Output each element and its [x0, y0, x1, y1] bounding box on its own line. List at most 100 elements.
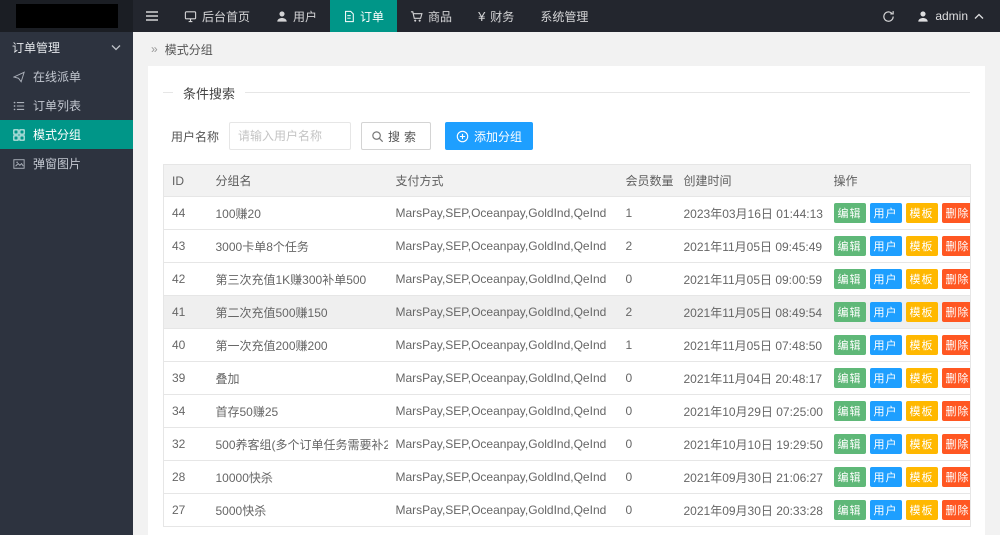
nav-item-goods[interactable]: 商品	[397, 0, 465, 32]
admin-name: admin	[935, 9, 968, 23]
search-form: 用户名称 搜索 添加分组	[163, 122, 970, 150]
cell-group-name: 3000卡单8个任务	[208, 230, 388, 263]
edit-button[interactable]: 编辑	[834, 302, 866, 322]
cell-actions: 编辑用户模板删除	[826, 263, 971, 296]
cell-id: 44	[164, 197, 208, 230]
sidebar-item-mode-groups[interactable]: 模式分组	[0, 120, 133, 149]
sidebar-item-order-list[interactable]: 订单列表	[0, 91, 133, 120]
users-button[interactable]: 用户	[870, 500, 902, 520]
users-button[interactable]: 用户	[870, 335, 902, 355]
delete-button[interactable]: 删除	[942, 500, 971, 520]
nav-label: 系统管理	[540, 8, 588, 25]
edit-button[interactable]: 编辑	[834, 401, 866, 421]
sidebar-item-popup-image[interactable]: 弹窗图片	[0, 149, 133, 178]
nav-item-orders[interactable]: 订单	[330, 0, 397, 32]
sidebar-group-order-management[interactable]: 订单管理	[0, 32, 133, 62]
cell-id: 32	[164, 428, 208, 461]
search-fieldset: 条件搜索	[163, 92, 970, 112]
users-button[interactable]: 用户	[870, 269, 902, 289]
delete-button[interactable]: 删除	[942, 467, 971, 487]
users-button[interactable]: 用户	[870, 236, 902, 256]
cell-pay-methods: MarsPay,SEP,Oceanpay,GoldInd,QeInd	[388, 461, 618, 494]
delete-button[interactable]: 删除	[942, 368, 971, 388]
nav-item-system[interactable]: 系统管理	[527, 0, 601, 32]
cell-member-count: 0	[618, 461, 676, 494]
cell-id: 34	[164, 395, 208, 428]
cell-group-name: 10000快杀	[208, 461, 388, 494]
hamburger-icon[interactable]	[133, 0, 171, 32]
nav-label: 订单	[360, 8, 384, 25]
breadcrumb-current: 模式分组	[165, 41, 213, 58]
search-button[interactable]: 搜索	[361, 122, 431, 150]
cell-id: 40	[164, 329, 208, 362]
sidebar-item-online-dispatch[interactable]: 在线派单	[0, 62, 133, 91]
template-button[interactable]: 模板	[906, 401, 938, 421]
edit-button[interactable]: 编辑	[834, 368, 866, 388]
table-row: 44100赚20MarsPay,SEP,Oceanpay,GoldInd,QeI…	[164, 197, 971, 230]
users-button[interactable]: 用户	[870, 302, 902, 322]
add-group-button[interactable]: 添加分组	[445, 122, 533, 150]
admin-menu[interactable]: admin	[907, 0, 1000, 32]
nav-label: 商品	[428, 8, 452, 25]
delete-button[interactable]: 删除	[942, 203, 971, 223]
delete-button[interactable]: 删除	[942, 434, 971, 454]
template-button[interactable]: 模板	[906, 269, 938, 289]
edit-button[interactable]: 编辑	[834, 203, 866, 223]
cell-member-count: 0	[618, 263, 676, 296]
top-nav: 后台首页 用户 订单 商品 ¥ 财	[171, 0, 601, 32]
table-body: 44100赚20MarsPay,SEP,Oceanpay,GoldInd,QeI…	[164, 197, 971, 527]
template-button[interactable]: 模板	[906, 434, 938, 454]
logo-image	[16, 4, 118, 28]
cell-member-count: 2	[618, 230, 676, 263]
template-button[interactable]: 模板	[906, 368, 938, 388]
edit-button[interactable]: 编辑	[834, 500, 866, 520]
yen-icon: ¥	[478, 10, 485, 23]
col-header-pay-methods: 支付方式	[388, 165, 618, 197]
refresh-icon-glyph	[882, 10, 895, 23]
delete-button[interactable]: 删除	[942, 269, 971, 289]
plus-circle-icon	[456, 130, 469, 143]
template-button[interactable]: 模板	[906, 236, 938, 256]
delete-button[interactable]: 删除	[942, 302, 971, 322]
delete-button[interactable]: 删除	[942, 401, 971, 421]
template-button[interactable]: 模板	[906, 335, 938, 355]
users-button[interactable]: 用户	[870, 467, 902, 487]
cell-created-time: 2021年11月05日 08:49:54	[676, 296, 826, 329]
edit-button[interactable]: 编辑	[834, 269, 866, 289]
sidebar-item-label: 在线派单	[33, 68, 81, 85]
template-button[interactable]: 模板	[906, 500, 938, 520]
cell-pay-methods: MarsPay,SEP,Oceanpay,GoldInd,QeInd	[388, 362, 618, 395]
delete-button[interactable]: 删除	[942, 335, 971, 355]
edit-button[interactable]: 编辑	[834, 335, 866, 355]
nav-item-users[interactable]: 用户	[263, 0, 330, 32]
edit-button[interactable]: 编辑	[834, 236, 866, 256]
template-button[interactable]: 模板	[906, 203, 938, 223]
nav-item-finance[interactable]: ¥ 财务	[465, 0, 527, 32]
sidebar: 订单管理 在线派单 订单列表 模式分组 弹	[0, 32, 133, 535]
cell-group-name: 第三次充值1K赚300补单500	[208, 263, 388, 296]
table-row: 32500养客组(多个订单任务需要补200)MarsPay,SEP,Oceanp…	[164, 428, 971, 461]
cell-id: 42	[164, 263, 208, 296]
cell-member-count: 0	[618, 428, 676, 461]
users-button[interactable]: 用户	[870, 203, 902, 223]
users-button[interactable]: 用户	[870, 434, 902, 454]
cell-group-name: 第二次充值500赚150	[208, 296, 388, 329]
cell-group-name: 5000快杀	[208, 494, 388, 527]
col-header-actions: 操作	[826, 165, 971, 197]
edit-button[interactable]: 编辑	[834, 467, 866, 487]
fieldset-legend: 条件搜索	[173, 84, 245, 103]
cell-pay-methods: MarsPay,SEP,Oceanpay,GoldInd,QeInd	[388, 395, 618, 428]
edit-button[interactable]: 编辑	[834, 434, 866, 454]
cell-member-count: 0	[618, 494, 676, 527]
cell-created-time: 2021年11月05日 09:00:59	[676, 263, 826, 296]
delete-button[interactable]: 删除	[942, 236, 971, 256]
users-button[interactable]: 用户	[870, 401, 902, 421]
username-input[interactable]	[229, 122, 351, 150]
refresh-icon[interactable]	[870, 0, 907, 32]
users-button[interactable]: 用户	[870, 368, 902, 388]
template-button[interactable]: 模板	[906, 302, 938, 322]
nav-item-dashboard[interactable]: 后台首页	[171, 0, 263, 32]
cell-actions: 编辑用户模板删除	[826, 461, 971, 494]
nav-label: 财务	[490, 8, 514, 25]
template-button[interactable]: 模板	[906, 467, 938, 487]
